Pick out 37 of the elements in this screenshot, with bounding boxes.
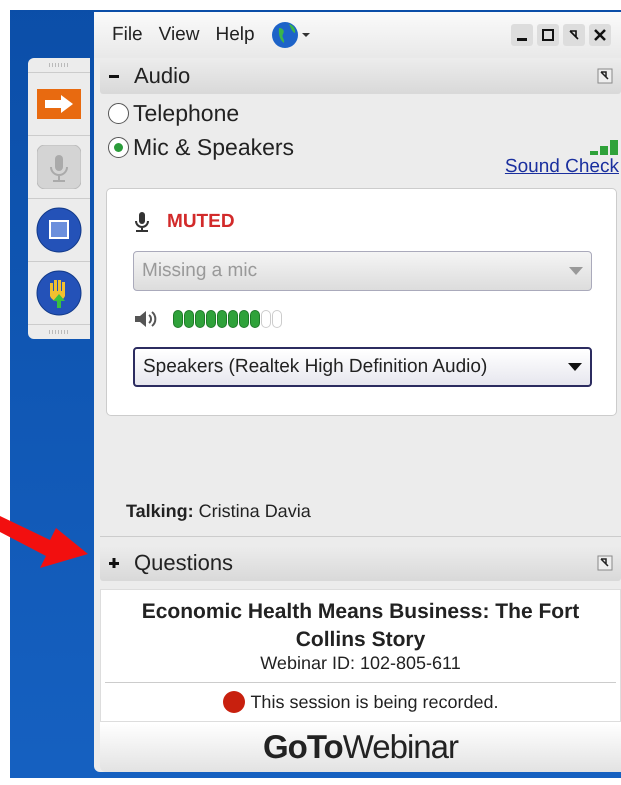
- menu-item[interactable]: File: [112, 24, 143, 46]
- globe-icon[interactable]: [270, 20, 311, 50]
- speaker-icon: [133, 309, 157, 329]
- session-title: Economic Health Means Business: The Fort Collins Story: [140, 599, 580, 653]
- microphone-icon: [133, 211, 151, 233]
- radio-button[interactable]: [108, 136, 129, 158]
- sound-check-link[interactable]: Sound Check: [504, 156, 619, 178]
- minimize-button[interactable]: [511, 24, 533, 46]
- close-button[interactable]: [589, 24, 611, 46]
- close-icon: [594, 29, 606, 41]
- menu-item[interactable]: Help: [215, 24, 255, 46]
- radio-button[interactable]: [108, 102, 129, 124]
- section-title: Questions: [134, 550, 234, 576]
- window-icon[interactable]: [36, 207, 82, 253]
- plus-icon[interactable]: [108, 557, 120, 570]
- speaker-select[interactable]: Speakers (Realtek High Definition Audio): [133, 347, 592, 387]
- popout-icon[interactable]: [597, 555, 613, 572]
- mic-status: MUTED: [167, 211, 235, 233]
- maximize-button[interactable]: [537, 24, 559, 46]
- popout-icon: [568, 29, 580, 41]
- caret-icon: [569, 267, 583, 275]
- caret-icon: [568, 363, 582, 371]
- maximize-icon: [542, 29, 554, 41]
- recording-notice: This session is being recorded.: [250, 692, 499, 712]
- popout-button[interactable]: [563, 24, 585, 46]
- logo: GoToWebinar: [263, 728, 458, 766]
- webinar-id: Webinar ID: 102-805-611: [260, 653, 461, 675]
- minimize-icon: [517, 38, 527, 41]
- popout-icon[interactable]: [597, 68, 613, 84]
- raise-hand-icon[interactable]: [36, 270, 82, 316]
- talking-status: Talking: Cristina Davia: [126, 501, 311, 522]
- radio-option[interactable]: Telephone: [108, 96, 621, 130]
- signal-icon: [589, 138, 619, 156]
- section-title: Audio: [134, 63, 190, 89]
- grip-icon[interactable]: [48, 63, 70, 67]
- menu-item[interactable]: View: [158, 24, 200, 46]
- grip-icon[interactable]: [48, 330, 70, 334]
